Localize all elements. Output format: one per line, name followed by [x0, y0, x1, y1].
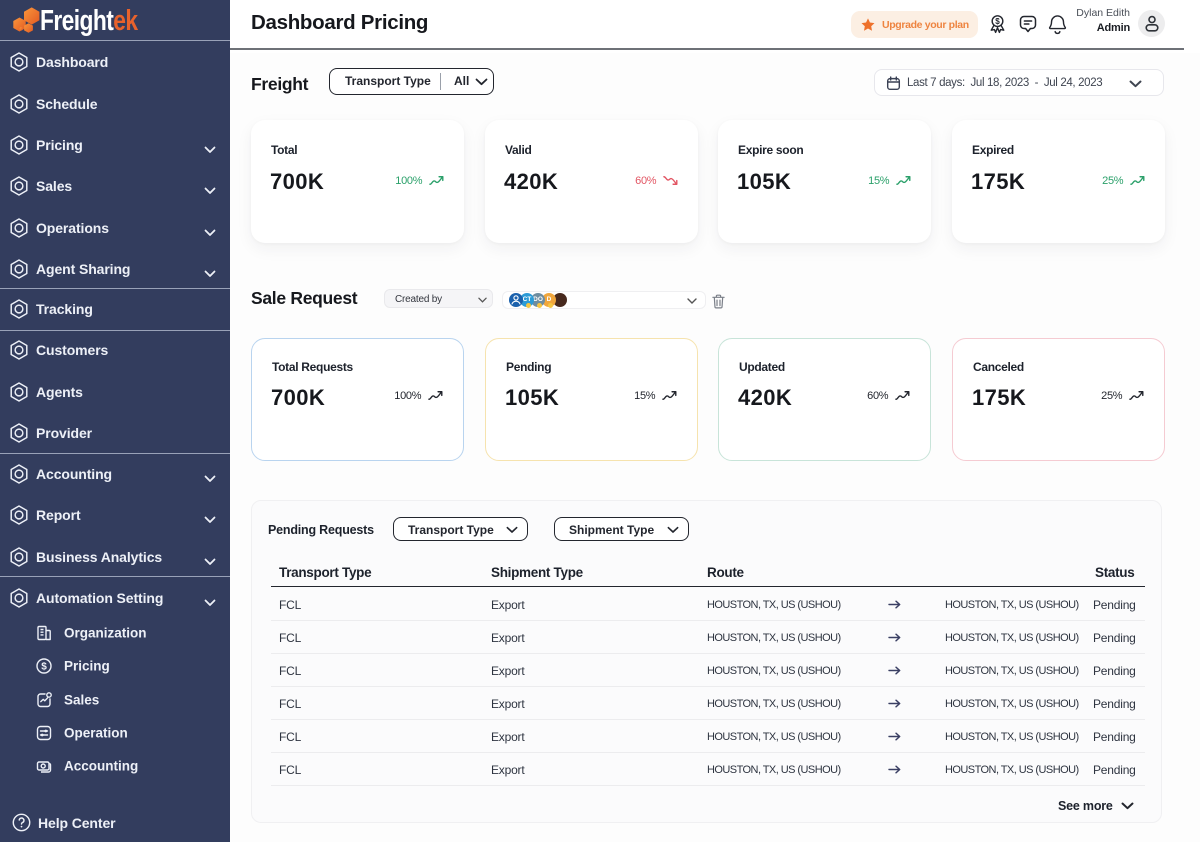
svg-text:$: $ — [995, 17, 1000, 26]
svg-text:$: $ — [41, 662, 47, 673]
